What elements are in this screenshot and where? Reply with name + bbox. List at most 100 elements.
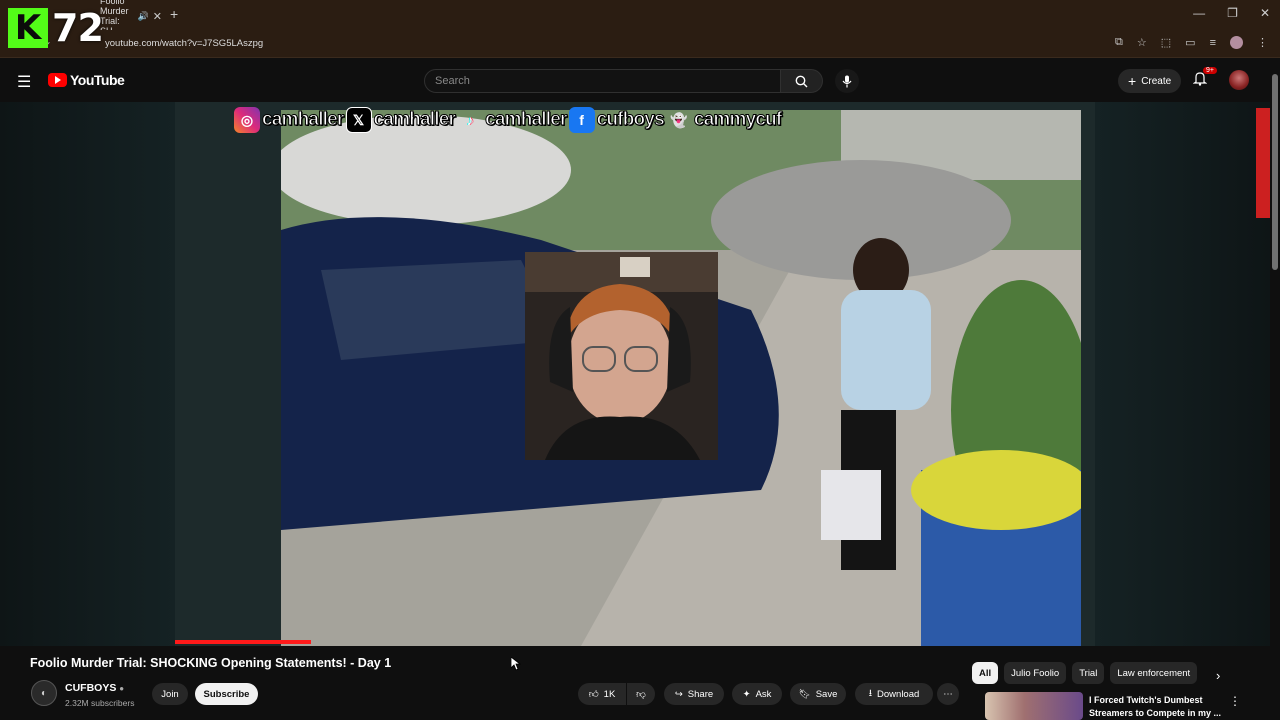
thumbs-down-icon: 👎︎ — [636, 689, 646, 700]
chip-trial[interactable]: Trial — [1072, 662, 1105, 684]
create-button[interactable]: + Create — [1118, 69, 1182, 93]
side-accent-bar — [1256, 108, 1270, 218]
recommendation-thumbnail[interactable] — [985, 692, 1083, 720]
social-snapchat: 👻 cammycuf — [666, 107, 783, 133]
download-label: Download — [877, 688, 920, 700]
browser-tab[interactable]: Foolio Murder Trial: SH 🔊 ✕ — [100, 0, 162, 36]
extensions-icon[interactable]: ⬚ — [1161, 36, 1171, 49]
scrollbar-thumb[interactable] — [1272, 74, 1278, 270]
ask-label: Ask — [755, 688, 772, 700]
share-icon: ↪ — [674, 688, 683, 700]
address-bar-icons: ⧉ ☆ ⬚ ▭ ≡ ⋮ — [1115, 36, 1268, 49]
video-title: Foolio Murder Trial: SHOCKING Opening St… — [30, 656, 392, 670]
recommendation-chips: All Julio Foolio Trial Law enforcement — [972, 662, 1198, 684]
notifications-badge: 9+ — [1203, 67, 1217, 74]
browser-profile-avatar[interactable] — [1230, 36, 1243, 49]
video-player[interactable]: ◎ camhaller 𝕏 camhaller ♪ camhaller f cu… — [0, 102, 1270, 646]
guide-menu-icon[interactable]: ☰ — [17, 72, 31, 92]
bookmark-star-icon[interactable]: ☆ — [1137, 36, 1147, 49]
like-count: 1K — [603, 688, 616, 700]
save-button[interactable]: 🔖︎ Save — [790, 683, 846, 705]
search-box — [424, 69, 781, 93]
chip-law-enforcement[interactable]: Law enforcement — [1110, 662, 1198, 684]
dislike-button[interactable]: 👎︎ — [627, 683, 655, 705]
instagram-icon: ◎ — [234, 107, 260, 133]
social-handle: cammycuf — [693, 109, 782, 131]
streamer-webcam-overlay — [525, 252, 718, 460]
chip-julio-foolio[interactable]: Julio Foolio — [1004, 662, 1067, 684]
sparkle-icon: ✦ — [742, 688, 751, 700]
stream-viewer-overlay: K 72 — [8, 6, 104, 50]
url-field[interactable]: youtube.com/watch?v=J7SG5LAszpg — [105, 38, 263, 49]
thumbs-up-icon: 👍︎ — [588, 689, 599, 700]
recommendation-menu-icon[interactable]: ⋮ — [1229, 694, 1241, 708]
recommendation-title[interactable]: I Forced Twitch's Dumbest Streamers to C… — [1089, 694, 1224, 720]
youtube-wordmark: YouTube — [70, 72, 125, 88]
social-tiktok: ♪ camhaller — [457, 107, 568, 133]
more-horizontal-icon: ⋯ — [943, 688, 953, 700]
tab-audio-icon[interactable]: 🔊 — [138, 11, 149, 22]
minimize-icon[interactable]: — — [1193, 6, 1205, 20]
social-handle: camhaller — [373, 109, 456, 131]
verified-icon: ● — [119, 684, 125, 693]
notifications-button[interactable]: 9+ — [1192, 67, 1217, 91]
join-button[interactable]: Join — [152, 683, 188, 705]
youtube-logo[interactable]: YouTube — [48, 72, 125, 88]
subscribe-button[interactable]: Subscribe — [195, 683, 258, 705]
social-handle: camhaller — [485, 109, 568, 131]
sidebar-icon[interactable]: ▭ — [1185, 36, 1195, 49]
social-instagram: ◎ camhaller — [234, 107, 345, 133]
share-button[interactable]: ↪ Share — [664, 683, 724, 705]
address-bar-row: ⟳ youtube.com/watch?v=J7SG5LAszpg ⧉ ☆ ⬚ … — [0, 30, 1280, 58]
social-handle: cufboys — [596, 109, 665, 131]
video-info-section: Foolio Murder Trial: SHOCKING Opening St… — [0, 646, 1280, 720]
search-button[interactable] — [781, 69, 823, 93]
restore-icon[interactable]: ❐ — [1227, 6, 1238, 20]
social-facebook: f cufboys — [568, 107, 665, 133]
page-scrollbar[interactable] — [1270, 62, 1280, 646]
join-label: Join — [161, 688, 179, 700]
channel-name[interactable]: CUFBOYS ● — [65, 682, 124, 694]
save-label: Save — [815, 688, 838, 700]
download-button[interactable]: ⭳ Download — [855, 683, 933, 705]
subscribe-label: Subscribe — [203, 688, 250, 700]
viewer-count: 72 — [52, 6, 104, 50]
youtube-play-icon — [48, 73, 67, 87]
more-actions-button[interactable]: ⋯ — [937, 683, 959, 705]
window-controls: — ❐ ✕ — [1193, 6, 1270, 20]
account-avatar[interactable] — [1229, 70, 1249, 90]
tab-close-icon[interactable]: ✕ — [153, 10, 162, 23]
facebook-icon: f — [568, 107, 595, 133]
social-handles-overlay: ◎ camhaller 𝕏 camhaller ♪ camhaller f cu… — [234, 105, 788, 135]
like-button[interactable]: 👍︎ 1K — [578, 683, 626, 705]
browser-menu-icon[interactable]: ⋮ — [1257, 36, 1268, 49]
youtube-header: ☰ YouTube + Create 9+ — [0, 58, 1280, 102]
x-icon: 𝕏 — [345, 107, 372, 133]
bookmark-icon: 🔖︎ — [798, 688, 811, 700]
create-label: Create — [1141, 75, 1172, 87]
plus-icon: + — [1128, 73, 1137, 89]
chevron-right-icon[interactable]: › — [1216, 668, 1220, 683]
social-x: 𝕏 camhaller — [345, 107, 456, 133]
tiktok-icon: ♪ — [466, 112, 474, 128]
channel-name-text: CUFBOYS — [65, 682, 117, 694]
ask-button[interactable]: ✦ Ask — [732, 683, 782, 705]
browser-tab-bar: Foolio Murder Trial: SH 🔊 ✕ + — ❐ ✕ — [0, 0, 1280, 36]
search-icon — [795, 75, 808, 87]
microphone-icon — [842, 75, 852, 87]
install-app-icon[interactable]: ⧉ — [1115, 36, 1123, 49]
streamer-webcam-image — [525, 252, 718, 460]
new-tab-icon[interactable]: + — [170, 6, 178, 22]
download-icon: ⭳ — [868, 688, 873, 699]
media-controls-icon[interactable]: ≡ — [1210, 37, 1216, 49]
channel-avatar[interactable]: ◐ — [31, 680, 57, 706]
subscriber-count: 2.32M subscribers — [65, 698, 135, 708]
video-progress-bar[interactable] — [175, 640, 311, 644]
share-label: Share — [687, 688, 714, 700]
window-close-icon[interactable]: ✕ — [1260, 6, 1270, 20]
search-input[interactable] — [425, 70, 780, 92]
snapchat-icon: 👻 — [670, 111, 688, 128]
kick-logo: K — [8, 8, 48, 48]
voice-search-button[interactable] — [835, 69, 859, 93]
chip-all[interactable]: All — [972, 662, 999, 684]
